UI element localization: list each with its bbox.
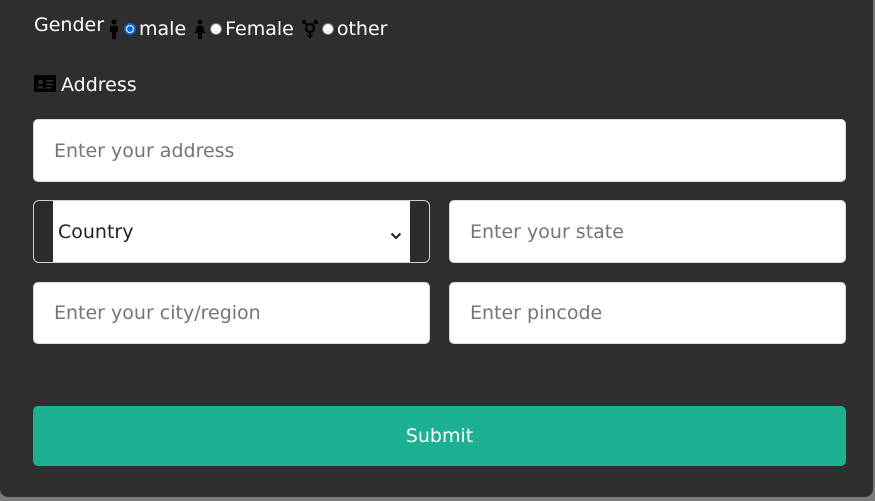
female-icon: [192, 19, 208, 39]
other-label: other: [336, 18, 388, 40]
female-radio[interactable]: [210, 23, 223, 35]
gender-option-other[interactable]: other: [300, 18, 388, 40]
address-label: Address: [61, 74, 137, 96]
form-card: Gender male Female other Address Enter y…: [0, 0, 873, 497]
address-placeholder: Enter your address: [54, 139, 235, 162]
address-heading: Address: [34, 74, 137, 96]
submit-button[interactable]: Submit: [33, 406, 846, 466]
country-select[interactable]: Country: [33, 200, 430, 263]
male-icon: [106, 19, 122, 39]
gender-option-female[interactable]: Female: [192, 18, 294, 40]
id-card-icon: [34, 74, 56, 96]
male-label: male: [139, 18, 187, 40]
country-selected-value: Country: [58, 220, 134, 243]
gender-label: Gender: [34, 14, 105, 36]
pincode-input[interactable]: Enter pincode: [449, 282, 846, 344]
submit-label: Submit: [405, 425, 474, 447]
gender-group: Gender male Female other: [34, 12, 393, 46]
state-input[interactable]: Enter your state: [449, 200, 846, 263]
pincode-placeholder: Enter pincode: [470, 302, 603, 324]
transgender-icon: [300, 19, 320, 39]
female-label: Female: [225, 18, 294, 40]
country-select-display[interactable]: Country: [53, 201, 410, 262]
state-placeholder: Enter your state: [470, 220, 624, 243]
address-input[interactable]: Enter your address: [33, 119, 846, 182]
male-radio[interactable]: [124, 23, 137, 35]
city-input[interactable]: Enter your city/region: [33, 282, 430, 344]
chevron-down-icon: [390, 224, 402, 246]
other-radio[interactable]: [321, 23, 334, 35]
city-placeholder: Enter your city/region: [54, 302, 261, 324]
gender-option-male[interactable]: male: [106, 18, 186, 40]
